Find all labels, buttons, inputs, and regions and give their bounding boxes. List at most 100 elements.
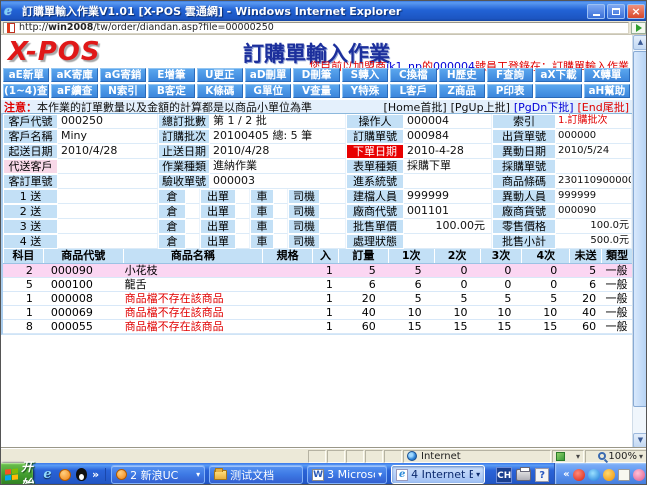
- field-total-batches[interactable]: 第 1 / 2 批: [210, 114, 346, 129]
- taskbar-button-sina-uc[interactable]: 2 新浪UC ▾: [111, 465, 205, 484]
- vehicle-input[interactable]: [274, 189, 288, 204]
- field-index[interactable]: 1.訂購批次: [556, 114, 632, 129]
- field-purchase-no[interactable]: [556, 159, 632, 174]
- button-continue-query[interactable]: aF續查: [51, 84, 97, 98]
- ship-order-input[interactable]: [236, 234, 250, 249]
- ship-order-input[interactable]: [236, 219, 250, 234]
- button-transfer-in[interactable]: S轉入: [342, 68, 388, 82]
- field-retail-price[interactable]: 100.0元: [556, 219, 632, 234]
- button-special[interactable]: Y特殊: [342, 84, 388, 98]
- taskbar-button-office-group[interactable]: W 3 Microsoft Off... ▾: [307, 465, 387, 484]
- quicklaunch-ie-icon[interactable]: e: [41, 468, 54, 481]
- field-barcode[interactable]: 2301109000006: [556, 174, 632, 189]
- button-customer[interactable]: L客戶: [390, 84, 436, 98]
- button-customer-define[interactable]: B客定: [148, 84, 194, 98]
- send-input[interactable]: [58, 219, 158, 234]
- field-order-batch[interactable]: 20100405 總: 5 筆: [210, 129, 346, 144]
- field-modifier[interactable]: 999999: [556, 189, 632, 204]
- table-row[interactable]: 1 000069 商品檔不存在該商品 1 40 10 10 10 10 40 一…: [3, 306, 632, 320]
- window-titlebar[interactable]: e 訂購單輸入作業V1.01 [X-POS 雲通網] - Windows Int…: [1, 1, 647, 21]
- quicklaunch-uc-icon[interactable]: [58, 468, 71, 481]
- driver-input[interactable]: [320, 189, 346, 204]
- button-barcode[interactable]: K條碼: [197, 84, 243, 98]
- start-button[interactable]: 开始: [1, 463, 33, 485]
- warehouse-input[interactable]: [186, 234, 200, 249]
- button-store[interactable]: aK寄庫: [51, 68, 97, 82]
- scrollbar-thumb[interactable]: [633, 51, 647, 407]
- field-proxy-customer[interactable]: [58, 159, 158, 174]
- button-help[interactable]: aH幫助: [584, 84, 630, 98]
- printer-icon[interactable]: [516, 469, 531, 481]
- button-blank[interactable]: [535, 84, 581, 98]
- button-unit[interactable]: G單位: [245, 84, 291, 98]
- taskbar-button-test-docs[interactable]: 测试文档: [209, 465, 303, 484]
- field-wholesale-price[interactable]: 100.00元: [404, 219, 492, 234]
- field-receipt-no[interactable]: 000003: [210, 174, 346, 189]
- field-place-date[interactable]: 2010-4-28: [404, 144, 492, 159]
- tray-icon-penguin[interactable]: [633, 469, 645, 481]
- send-input[interactable]: [58, 234, 158, 249]
- field-cust-order-no[interactable]: [58, 174, 158, 189]
- quicklaunch-qq-icon[interactable]: [75, 468, 88, 481]
- button-query[interactable]: F查詢: [487, 68, 533, 82]
- field-system-no[interactable]: [404, 174, 492, 189]
- minimize-button[interactable]: [587, 4, 605, 19]
- button-product[interactable]: Z商品: [439, 84, 485, 98]
- vehicle-input[interactable]: [274, 234, 288, 249]
- close-button[interactable]: ×: [627, 4, 645, 19]
- field-operator[interactable]: 000004: [404, 114, 492, 129]
- warehouse-input[interactable]: [186, 219, 200, 234]
- driver-input[interactable]: [320, 234, 346, 249]
- chevron-more-icon[interactable]: »: [92, 468, 99, 481]
- button-print[interactable]: P印表: [487, 84, 533, 98]
- button-download[interactable]: aX下載: [535, 68, 581, 82]
- warehouse-input[interactable]: [186, 204, 200, 219]
- tray-icon-uc[interactable]: [603, 469, 615, 481]
- button-switch-file[interactable]: C換檔: [390, 68, 436, 82]
- scroll-down-icon[interactable]: ▼: [633, 433, 647, 448]
- tray-collapse-icon[interactable]: «: [563, 469, 569, 480]
- field-start-date[interactable]: 2010/4/28: [58, 144, 158, 159]
- field-customer-code[interactable]: 000250: [58, 114, 158, 129]
- driver-input[interactable]: [320, 219, 346, 234]
- tray-icon-qq[interactable]: [573, 469, 585, 481]
- vehicle-input[interactable]: [274, 219, 288, 234]
- table-row[interactable]: 8 000055 商品檔不存在該商品 1 60 15 15 15 15 60 一…: [3, 320, 632, 334]
- field-modify-date[interactable]: 2010/5/24: [556, 144, 632, 159]
- vertical-scrollbar[interactable]: ▲ ▼: [632, 35, 647, 448]
- taskbar-button-ie-group[interactable]: e 4 Internet Expl... ▾: [391, 465, 485, 484]
- field-end-date[interactable]: 2010/4/28: [210, 144, 346, 159]
- table-row[interactable]: 1 000008 商品檔不存在該商品 1 20 5 5 5 5 20 一般: [3, 292, 632, 306]
- scroll-up-icon[interactable]: ▲: [633, 35, 647, 50]
- go-button[interactable]: [631, 22, 646, 34]
- zoom-control[interactable]: 100% ▾: [585, 450, 647, 463]
- button-history[interactable]: H歷史: [439, 68, 485, 82]
- vehicle-input[interactable]: [274, 204, 288, 219]
- button-index[interactable]: N索引: [100, 84, 146, 98]
- field-work-type[interactable]: 進納作業: [210, 159, 346, 174]
- field-process-status[interactable]: [404, 234, 492, 249]
- button-delete-order[interactable]: aD刪單: [245, 68, 291, 82]
- button-transfer-order[interactable]: X轉單: [584, 68, 630, 82]
- table-row-selected[interactable]: 2 000090 小花枝 1 5 5 0 0 0 5 一般: [3, 264, 632, 278]
- button-check-qty[interactable]: V查量: [293, 84, 339, 98]
- button-edit[interactable]: U更正: [197, 68, 243, 82]
- help-icon[interactable]: ?: [535, 468, 549, 482]
- maximize-button[interactable]: [607, 4, 625, 19]
- field-order-no[interactable]: 000984: [404, 129, 492, 144]
- button-delete-line[interactable]: D刪筆: [293, 68, 339, 82]
- protected-mode-pane[interactable]: ▾: [552, 450, 584, 463]
- button-consign[interactable]: aG寄銷: [100, 68, 146, 82]
- field-vendor-code[interactable]: 001101: [404, 204, 492, 219]
- send-input[interactable]: [58, 189, 158, 204]
- field-customer-name[interactable]: Miny: [58, 129, 158, 144]
- driver-input[interactable]: [320, 204, 346, 219]
- address-input[interactable]: http://win2008/tw/order/diandan.asp?file…: [3, 22, 629, 34]
- ship-order-input[interactable]: [236, 189, 250, 204]
- tray-icon-notepad[interactable]: [618, 469, 630, 481]
- ship-order-input[interactable]: [236, 204, 250, 219]
- field-form-type[interactable]: 採購下單: [404, 159, 492, 174]
- field-wholesale-subtotal[interactable]: 500.0元: [556, 234, 632, 249]
- tray-icon-messenger[interactable]: [588, 469, 600, 481]
- send-input[interactable]: [58, 204, 158, 219]
